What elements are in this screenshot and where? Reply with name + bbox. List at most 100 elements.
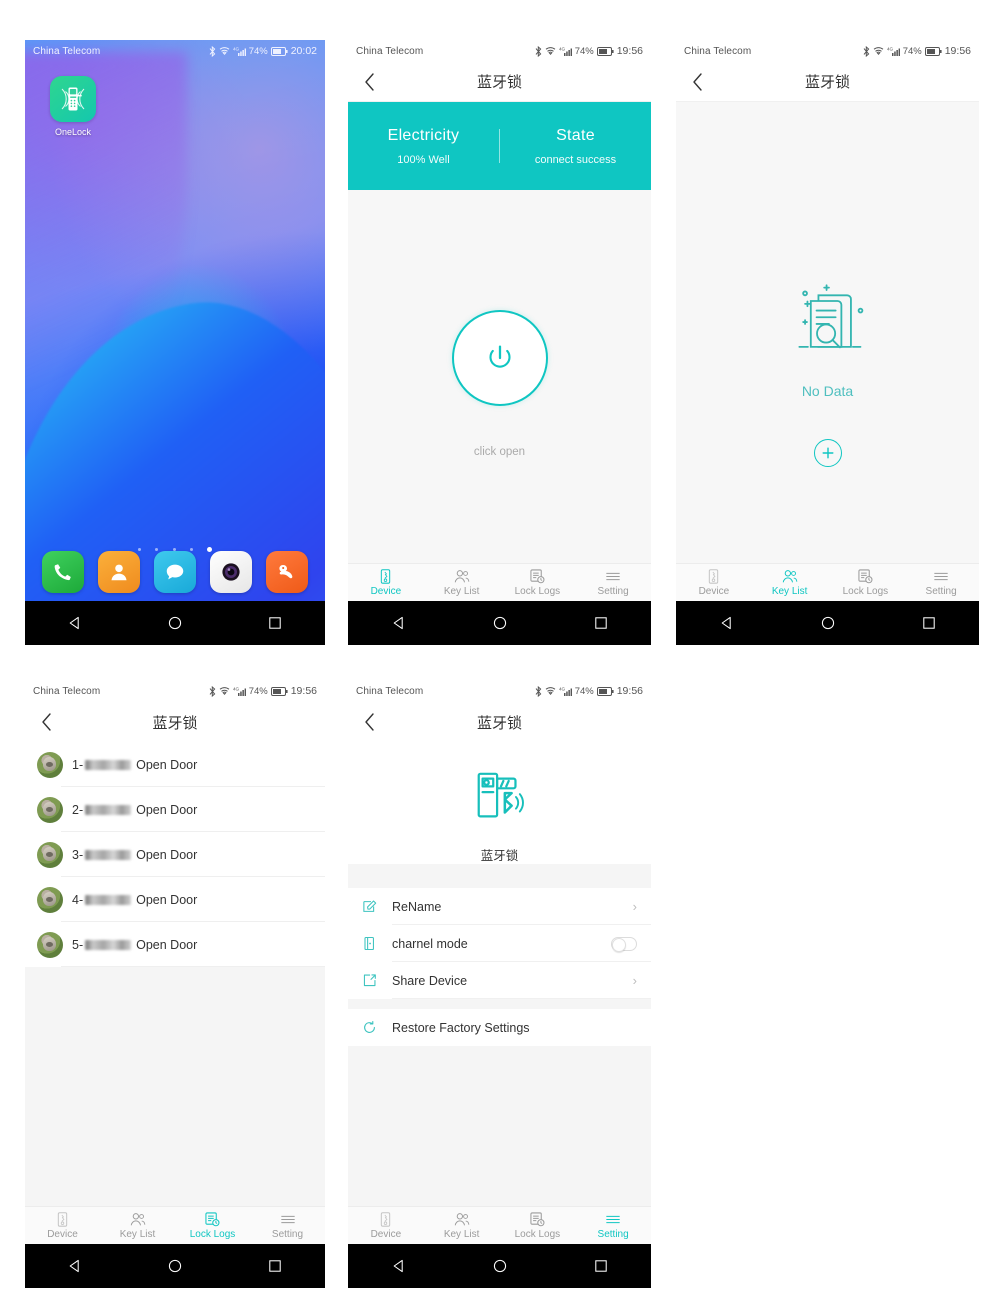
- tab-key-list[interactable]: Key List: [424, 569, 500, 597]
- screenshot-canvas: China Telecom 4G 74% 20:02 OneLock China…: [0, 0, 1000, 1315]
- back-button[interactable]: [676, 72, 718, 91]
- section-gap: [348, 878, 651, 888]
- battery-percent-label: 74%: [902, 45, 922, 57]
- dock-icon-contacts[interactable]: [98, 551, 140, 593]
- app-bar-setting: 蓝牙锁: [348, 702, 651, 742]
- device-lock-icon: [676, 568, 752, 584]
- dock-icon-phone[interactable]: [42, 551, 84, 593]
- log-text: 4- Open Door: [72, 893, 197, 907]
- charnel-mode-toggle[interactable]: [611, 936, 637, 952]
- back-button[interactable]: [348, 713, 390, 731]
- tab-setting[interactable]: Setting: [903, 569, 979, 597]
- tab-device[interactable]: Device: [348, 568, 424, 597]
- signal-icon: 4G: [233, 46, 246, 56]
- nav-back-icon[interactable]: [719, 615, 735, 631]
- tab-lock-logs[interactable]: Lock Logs: [828, 568, 904, 597]
- page-title: 蓝牙锁: [476, 74, 522, 91]
- table-row[interactable]: 3- Open Door: [25, 832, 325, 877]
- nav-back-icon[interactable]: [391, 615, 407, 631]
- add-key-button[interactable]: [813, 439, 842, 467]
- nav-recents-icon[interactable]: [921, 615, 937, 631]
- nav-home-icon[interactable]: [167, 1258, 183, 1274]
- dock-icon-uc-browser[interactable]: [266, 551, 308, 593]
- nav-back-icon[interactable]: [67, 615, 83, 631]
- tab-label: Device: [47, 1228, 78, 1240]
- people-icon: [100, 1212, 175, 1227]
- table-row[interactable]: 2- Open Door: [25, 787, 325, 832]
- tab-setting[interactable]: Setting: [575, 1212, 651, 1240]
- nav-recents-icon[interactable]: [267, 1258, 283, 1274]
- bluetooth-icon: [863, 45, 870, 57]
- nav-recents-icon[interactable]: [593, 1258, 609, 1274]
- tab-setting[interactable]: Setting: [575, 569, 651, 597]
- wifi-icon: [545, 46, 556, 56]
- tab-label: Setting: [597, 585, 629, 597]
- tab-label: Key List: [443, 585, 480, 597]
- log-text: 2- Open Door: [72, 803, 197, 817]
- app-icon-onelock[interactable]: OneLock: [43, 76, 103, 137]
- nav-home-icon[interactable]: [167, 615, 183, 631]
- nav-home-icon[interactable]: [492, 615, 508, 631]
- log-action: Open Door: [136, 847, 198, 862]
- back-button[interactable]: [348, 72, 390, 91]
- log-action: Open Door: [136, 757, 198, 772]
- tab-key-list[interactable]: Key List: [100, 1212, 175, 1240]
- nav-home-icon[interactable]: [492, 1258, 508, 1274]
- menu-lines-icon: [575, 1212, 651, 1227]
- table-row[interactable]: 4- Open Door: [25, 877, 325, 922]
- setting-item-share-device[interactable]: Share Device ›: [348, 962, 651, 999]
- nav-recents-icon[interactable]: [267, 615, 283, 631]
- nav-back-icon[interactable]: [391, 1258, 407, 1274]
- tab-key-list[interactable]: Key List: [424, 1212, 500, 1240]
- avatar: [37, 886, 63, 913]
- tab-bar-lock-logs: Device Key List Lock Logs Setting: [25, 1206, 325, 1244]
- svg-text:4G: 4G: [233, 47, 240, 52]
- tab-device[interactable]: Device: [25, 1211, 100, 1240]
- signal-icon: 4G: [559, 46, 572, 56]
- battery-percent-label: 74%: [574, 45, 594, 57]
- nav-back-icon[interactable]: [67, 1258, 83, 1274]
- tab-bar-device: Device Key List Lock Logs Setting: [348, 563, 651, 601]
- tab-lock-logs[interactable]: Lock Logs: [175, 1211, 250, 1240]
- key-list-body: No Data: [676, 102, 979, 563]
- open-lock-power-button[interactable]: [451, 310, 548, 406]
- carrier-label: China Telecom: [33, 45, 101, 57]
- log-action: Open Door: [136, 892, 198, 907]
- dock-icon-messages[interactable]: [154, 551, 196, 593]
- edit-icon: [362, 899, 392, 914]
- back-button[interactable]: [25, 713, 67, 731]
- setting-item-rename[interactable]: ReName ›: [348, 888, 651, 925]
- wifi-icon: [873, 46, 884, 56]
- device-hero: 蓝牙锁: [348, 742, 651, 864]
- section-gap: [348, 999, 651, 1009]
- setting-item-restore-factory[interactable]: Restore Factory Settings: [348, 1009, 651, 1046]
- dock-icon-camera[interactable]: [210, 551, 252, 593]
- tab-key-list[interactable]: Key List: [752, 569, 828, 597]
- device-name-label: 蓝牙锁: [480, 849, 519, 863]
- wifi-icon: [219, 686, 230, 696]
- clock-label: 19:56: [944, 45, 971, 57]
- table-row[interactable]: 1- Open Door: [25, 742, 325, 787]
- tab-label: Key List: [771, 585, 808, 597]
- table-row[interactable]: 5- Open Door: [25, 922, 325, 967]
- avatar: [37, 796, 63, 823]
- tab-label: Lock Logs: [514, 1228, 561, 1240]
- tab-device[interactable]: Device: [676, 568, 752, 597]
- avatar: [37, 931, 63, 958]
- tab-device[interactable]: Device: [348, 1211, 424, 1240]
- nav-home-icon[interactable]: [820, 615, 836, 631]
- power-area: click open: [348, 310, 651, 458]
- battery-percent-label: 74%: [574, 685, 594, 697]
- status-bar-home: China Telecom 4G 74% 20:02: [25, 40, 325, 62]
- tab-lock-logs[interactable]: Lock Logs: [500, 1211, 576, 1240]
- tab-lock-logs[interactable]: Lock Logs: [500, 568, 576, 597]
- electricity-value: 100% Well: [397, 153, 450, 166]
- setting-item-charnel-mode[interactable]: charnel mode: [348, 925, 651, 962]
- log-clock-icon: [828, 568, 904, 584]
- log-clock-icon: [500, 568, 576, 584]
- nav-recents-icon[interactable]: [593, 615, 609, 631]
- wifi-icon: [219, 46, 230, 56]
- tab-setting[interactable]: Setting: [250, 1212, 325, 1240]
- tab-label: Setting: [597, 1228, 629, 1240]
- phone-device-screen: China Telecom 4G 74% 19:56 蓝牙锁 Electrici…: [348, 40, 651, 645]
